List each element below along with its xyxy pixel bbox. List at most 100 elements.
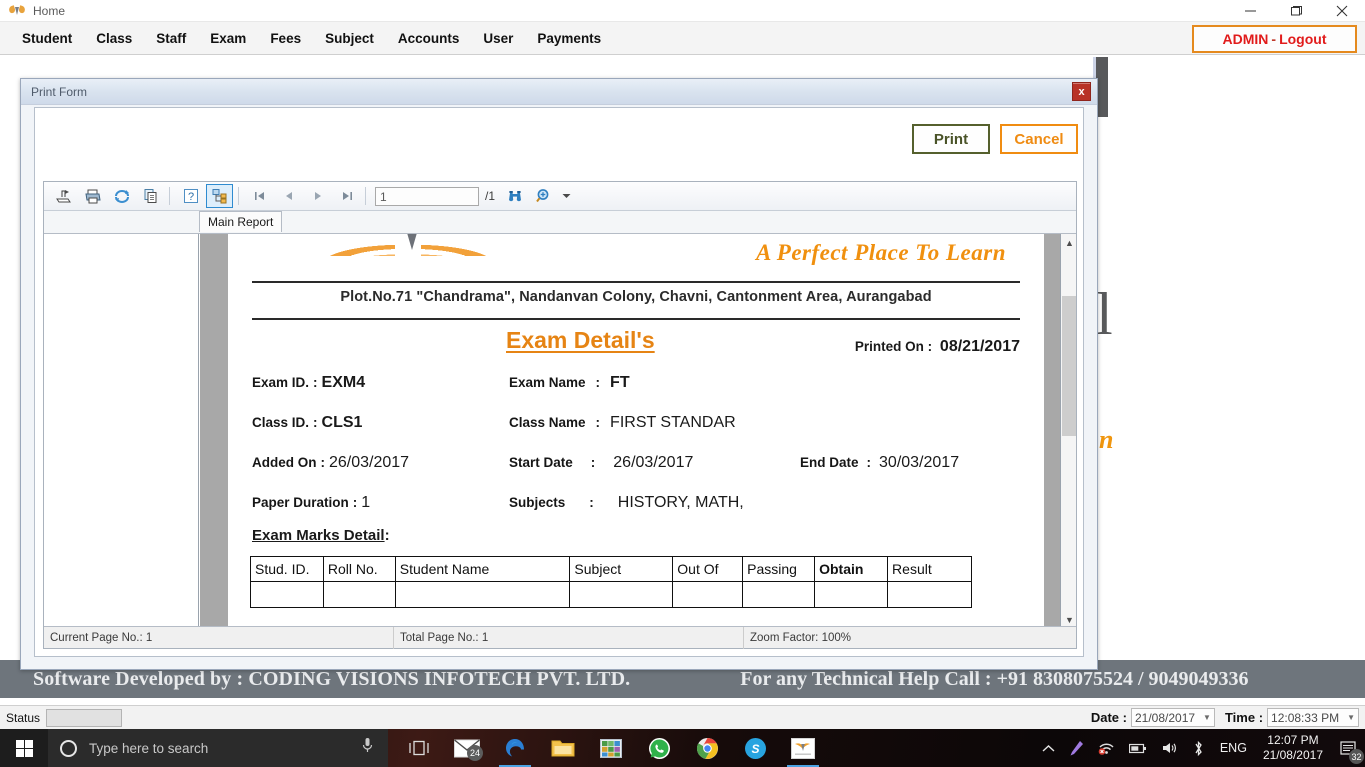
svg-text:S: S — [751, 742, 759, 756]
colon: : — [595, 415, 601, 430]
close-icon[interactable] — [1319, 0, 1365, 22]
windows-taskbar: Type here to search 24 S ENG 12:07 PM 21… — [0, 729, 1365, 767]
marks-detail-colon: : — [384, 527, 390, 544]
previous-page-icon[interactable] — [275, 184, 302, 208]
field-exam-id: Exam ID.: EXM4 — [252, 374, 365, 392]
page-number-input[interactable]: 1 — [375, 186, 479, 206]
search-input[interactable]: Type here to search — [89, 741, 208, 756]
print-form-content: Print Cancel ? 1 /1 Main Report A Perfec… — [34, 107, 1084, 657]
chevron-down-icon[interactable]: ▼ — [1203, 713, 1211, 722]
print-form-title: Print Form — [31, 84, 88, 99]
file-explorer-icon[interactable] — [539, 729, 587, 767]
notification-count-badge: 32 — [1349, 749, 1364, 764]
next-page-icon[interactable] — [304, 184, 331, 208]
tab-main-report[interactable]: Main Report — [199, 211, 283, 232]
volume-icon[interactable] — [1154, 741, 1185, 755]
colon: : — [320, 455, 326, 470]
task-view-icon[interactable] — [395, 729, 443, 767]
window-title: Home — [33, 3, 66, 18]
toolbar-separator — [169, 187, 170, 205]
last-page-icon[interactable] — [333, 184, 360, 208]
edge-icon[interactable] — [491, 729, 539, 767]
skype-icon[interactable]: S — [731, 729, 779, 767]
scrollbar-thumb[interactable] — [1062, 296, 1076, 436]
maximize-icon[interactable] — [1273, 0, 1319, 22]
added-on-value: 26/03/2017 — [329, 454, 410, 471]
help-icon[interactable]: ? — [177, 184, 204, 208]
print-form-titlebar[interactable]: Print Form x — [21, 79, 1097, 105]
class-name-value: FIRST STANDAR — [610, 414, 736, 431]
menu-item-staff[interactable]: Staff — [146, 27, 196, 50]
cortana-icon[interactable] — [60, 739, 77, 757]
colon: : — [313, 375, 318, 390]
school-app-icon[interactable] — [779, 729, 827, 767]
copy-icon[interactable] — [137, 184, 164, 208]
language-indicator[interactable]: ENG — [1212, 741, 1255, 755]
school-logo-icon — [303, 234, 513, 262]
menu-item-student[interactable]: Student — [12, 27, 82, 50]
menu-item-fees[interactable]: Fees — [260, 27, 311, 50]
chevron-down-icon[interactable]: ▼ — [1347, 713, 1355, 722]
network-unavailable-icon[interactable] — [1091, 741, 1122, 755]
field-end-date: End Date:30/03/2017 — [800, 454, 959, 472]
battery-icon[interactable] — [1122, 743, 1154, 754]
toggle-group-tree-icon[interactable] — [206, 184, 233, 208]
viewer-status-bar: Current Page No.: 1 Total Page No.: 1 Zo… — [44, 626, 1076, 649]
start-button[interactable] — [0, 729, 48, 767]
group-tree-pane[interactable] — [44, 234, 199, 627]
colon: : — [595, 375, 601, 390]
menu-item-exam[interactable]: Exam — [200, 27, 256, 50]
scroll-down-icon[interactable]: ▼ — [1061, 611, 1076, 627]
main-menubar: Student Class Staff Exam Fees Subject Ac… — [0, 22, 1365, 55]
cancel-button[interactable]: Cancel — [1000, 124, 1078, 154]
added-on-label: Added On — [252, 455, 317, 470]
excel-icon[interactable] — [587, 729, 635, 767]
time-picker[interactable]: 12:08:33 PM ▼ — [1267, 708, 1359, 727]
scroll-up-icon[interactable]: ▲ — [1061, 234, 1076, 251]
pen-icon[interactable] — [1062, 740, 1091, 757]
taskbar-clock[interactable]: 12:07 PM 21/08/2017 — [1255, 733, 1331, 763]
field-class-id: Class ID.: CLS1 — [252, 414, 362, 432]
mail-icon[interactable]: 24 — [443, 729, 491, 767]
app-status-bar: Status Date : 21/08/2017 ▼ Time : 12:08:… — [0, 705, 1365, 729]
cell-passing — [742, 581, 816, 608]
time-value: 12:08:33 PM — [1271, 710, 1340, 725]
report-vertical-scrollbar[interactable]: ▲ ▼ — [1060, 234, 1076, 627]
zoom-icon[interactable] — [530, 184, 557, 208]
whatsapp-icon[interactable] — [635, 729, 683, 767]
first-page-icon[interactable] — [246, 184, 273, 208]
minimize-icon[interactable] — [1227, 0, 1273, 22]
current-page-status: Current Page No.: 1 — [44, 626, 394, 649]
menu-item-class[interactable]: Class — [86, 27, 142, 50]
exam-name-value: FT — [610, 374, 630, 391]
page-total-label: /1 — [485, 189, 496, 203]
export-icon[interactable] — [50, 184, 77, 208]
report-tagline: A Perfect Place To Learn — [755, 240, 1006, 265]
class-id-value: CLS1 — [321, 414, 363, 431]
refresh-icon[interactable] — [108, 184, 135, 208]
menu-item-subject[interactable]: Subject — [315, 27, 384, 50]
cell-obtain — [814, 581, 889, 608]
print-button[interactable]: Print — [912, 124, 990, 154]
show-hidden-icons-icon[interactable] — [1035, 744, 1062, 753]
taskbar-search[interactable]: Type here to search — [48, 729, 388, 767]
admin-logout-button[interactable]: ADMIN - Logout — [1192, 25, 1357, 53]
windows-logo-icon — [15, 739, 33, 757]
print-icon[interactable] — [79, 184, 106, 208]
report-content: A Perfect Place To Learn Plot.No.71 "Cha… — [228, 234, 1044, 627]
logout-user: ADMIN — [1222, 31, 1269, 47]
system-tray: ENG 12:07 PM 21/08/2017 32 — [1035, 729, 1365, 767]
binoculars-icon[interactable] — [501, 184, 528, 208]
date-picker[interactable]: 21/08/2017 ▼ — [1130, 708, 1215, 727]
menu-item-payments[interactable]: Payments — [527, 27, 611, 50]
menu-item-user[interactable]: User — [473, 27, 523, 50]
chrome-icon[interactable] — [683, 729, 731, 767]
print-form-close-icon[interactable]: x — [1072, 82, 1091, 101]
logout-action: Logout — [1279, 31, 1327, 47]
microphone-icon[interactable] — [361, 737, 374, 759]
bluetooth-icon[interactable] — [1185, 740, 1212, 757]
action-center-icon[interactable]: 32 — [1331, 729, 1365, 767]
menu-item-accounts[interactable]: Accounts — [388, 27, 470, 50]
column-subject: Subject — [569, 556, 674, 582]
zoom-dropdown-icon[interactable] — [559, 184, 573, 208]
